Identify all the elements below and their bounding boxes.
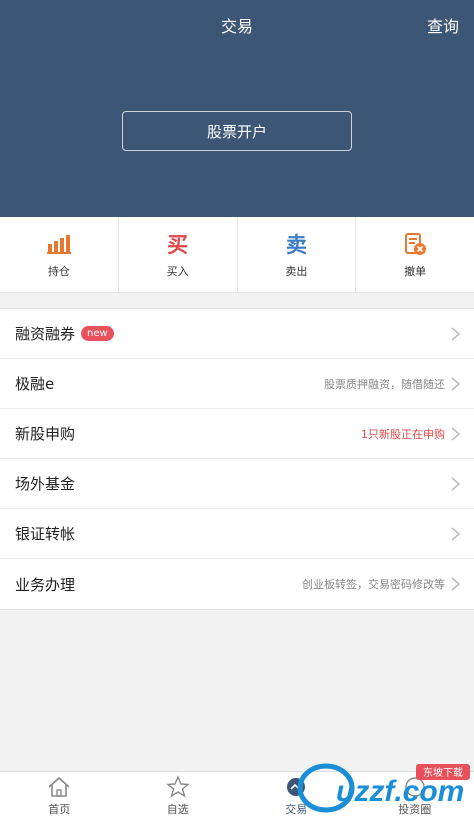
- action-holdings-label: 持仓: [47, 264, 70, 278]
- menu-item-jirong[interactable]: 极融e 股票质押融资，随借随还: [0, 359, 474, 409]
- new-badge: new: [81, 326, 114, 341]
- chevron-right-icon: [451, 376, 460, 391]
- tab-watchlist[interactable]: 自选: [119, 772, 238, 819]
- chevron-right-icon: [451, 326, 460, 341]
- home-icon: [47, 775, 71, 799]
- menu-item-hint: 1只新股正在申购: [361, 427, 445, 441]
- chevron-right-icon: [451, 577, 460, 591]
- menu-item-label: 融资融券: [15, 325, 76, 343]
- open-account-button[interactable]: 股票开户: [122, 111, 352, 151]
- menu-item-otc-fund[interactable]: 场外基金: [0, 459, 474, 509]
- watermark-logo: uzzf.com 东坡下载: [297, 763, 470, 813]
- menu-item-label: 银证转帐: [15, 525, 76, 543]
- header: 交易 查询 股票开户: [0, 0, 474, 217]
- action-holdings[interactable]: 持仓: [0, 217, 119, 292]
- tab-watchlist-label: 自选: [166, 802, 189, 816]
- menu-item-label: 业务办理: [15, 575, 76, 594]
- menu-item-hint: 股票质押融资，随借随还: [324, 377, 445, 391]
- menu-item-label: 极融e: [15, 375, 55, 393]
- menu-item-margin-trading[interactable]: 融资融券 new: [0, 309, 474, 359]
- action-sell[interactable]: 卖 卖出: [238, 217, 357, 292]
- tab-home[interactable]: 首页: [0, 772, 119, 819]
- chevron-right-icon: [451, 476, 460, 491]
- action-buy-label: 买入: [166, 264, 189, 278]
- action-cancel-label: 撤单: [404, 264, 427, 278]
- menu-item-hint: 创业板转签，交易密码修改等: [302, 578, 445, 591]
- menu-item-bank-transfer[interactable]: 银证转帐: [0, 509, 474, 559]
- menu-item-business[interactable]: 业务办理 创业板转签，交易密码修改等: [0, 559, 474, 609]
- menu-list: 融资融券 new 极融e 股票质押融资，随借随还 新股申购 1只新股正在申购 场…: [0, 308, 474, 610]
- cancel-order-icon: [403, 231, 427, 257]
- page-title: 交易: [220, 17, 253, 36]
- chevron-right-icon: [451, 526, 460, 541]
- menu-item-label: 场外基金: [15, 475, 76, 493]
- bar-chart-icon: [46, 231, 71, 257]
- tab-home-label: 首页: [48, 802, 71, 816]
- buy-icon: 买: [167, 232, 189, 257]
- action-sell-label: 卖出: [285, 264, 308, 278]
- menu-item-ipo-subscription[interactable]: 新股申购 1只新股正在申购: [0, 409, 474, 459]
- svg-text:东坡下载: 东坡下载: [423, 766, 463, 779]
- menu-item-label: 新股申购: [15, 425, 76, 443]
- query-button[interactable]: 查询: [427, 13, 459, 37]
- quick-actions: 持仓 买 买入 卖 卖出 撤单: [0, 217, 474, 293]
- sell-icon: 卖: [285, 232, 307, 257]
- action-cancel-order[interactable]: 撤单: [356, 217, 474, 292]
- star-icon: [165, 774, 190, 799]
- action-buy[interactable]: 买 买入: [119, 217, 238, 292]
- chevron-right-icon: [451, 426, 460, 441]
